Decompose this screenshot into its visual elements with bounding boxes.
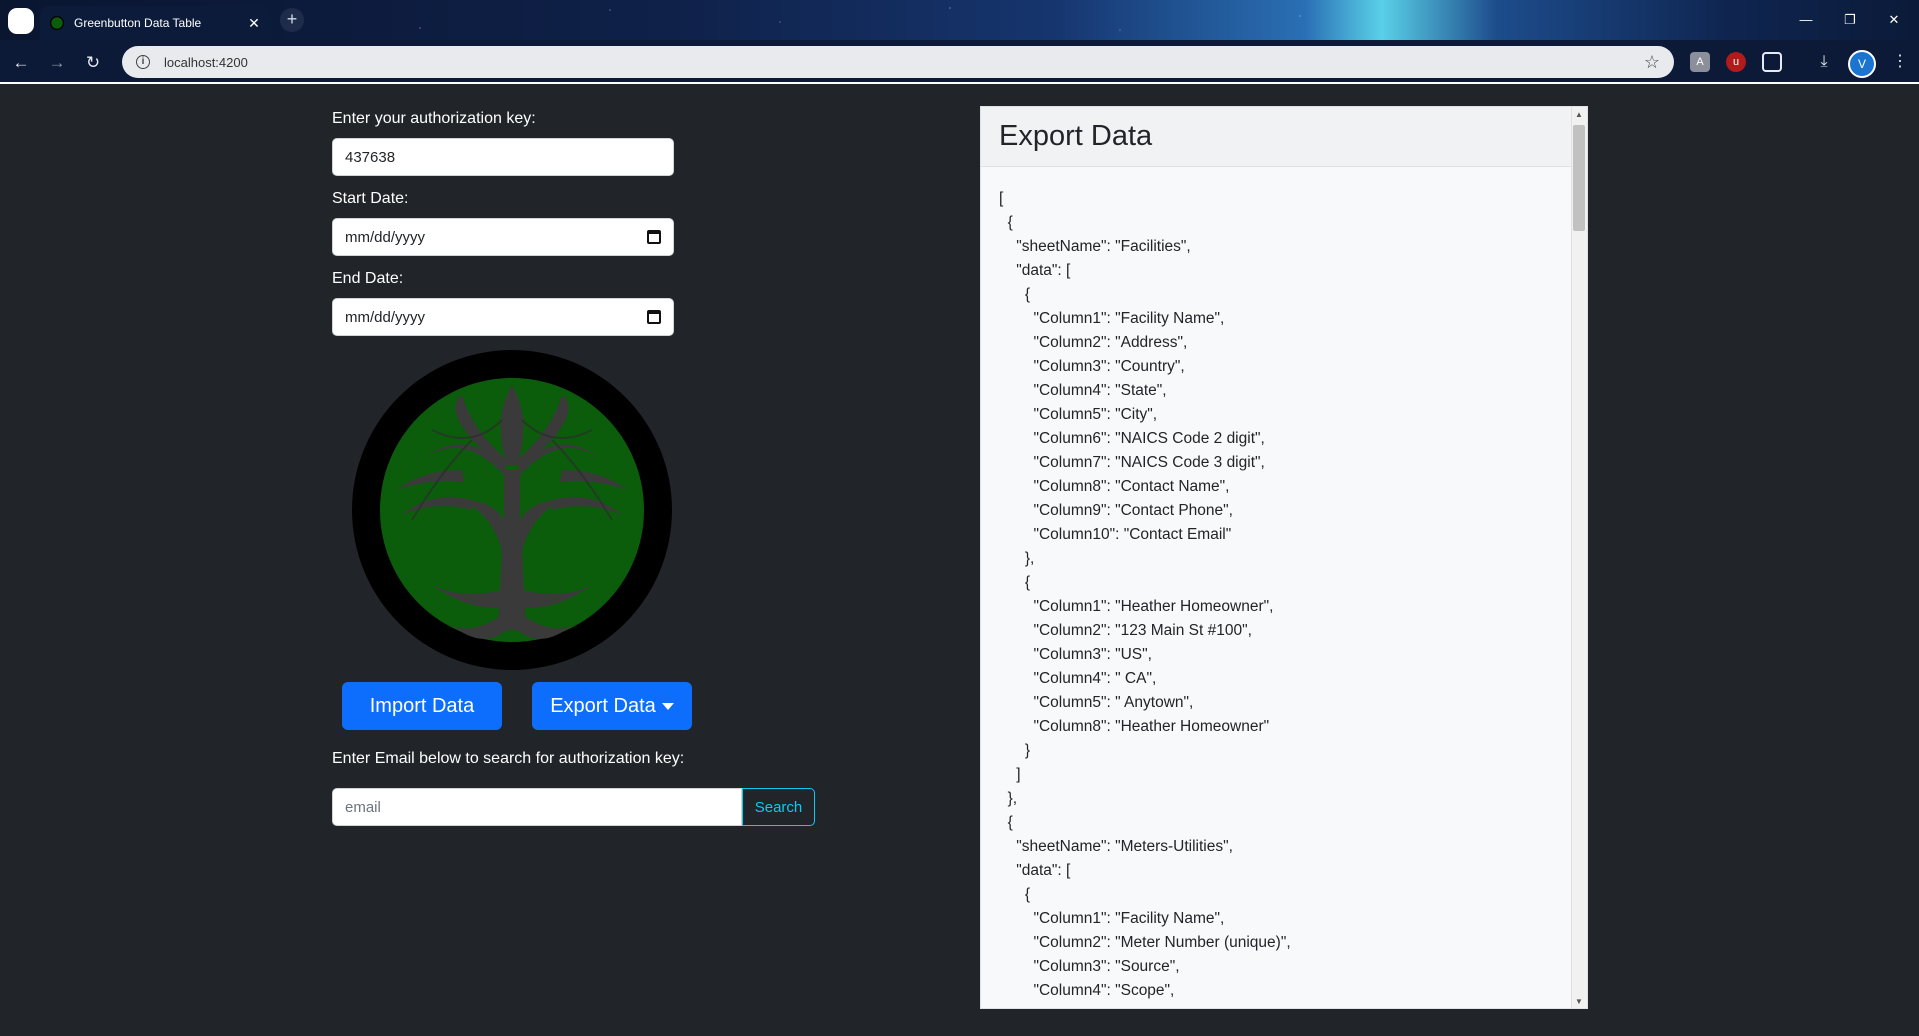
tree-of-life-logo bbox=[352, 350, 672, 670]
tab-title: Greenbutton Data Table bbox=[74, 16, 202, 30]
export-panel-scrollbar[interactable]: ▲ ▼ bbox=[1571, 107, 1587, 1008]
calendar-icon[interactable] bbox=[647, 310, 661, 324]
json-line: }, bbox=[999, 790, 1018, 807]
url-text: localhost:4200 bbox=[164, 54, 248, 70]
import-data-button[interactable]: Import Data bbox=[342, 682, 502, 730]
browser-tab[interactable]: Greenbutton Data Table ✕ bbox=[40, 6, 272, 40]
tab-favicon-icon bbox=[50, 16, 64, 30]
export-json-content: [ { "sheetName": "Facilities", "data": [… bbox=[999, 187, 1559, 1003]
json-line: "Column5": "City", bbox=[999, 406, 1158, 423]
extension-icon[interactable]: A bbox=[1690, 52, 1710, 72]
json-line: "Column8": "Heather Homeowner" bbox=[999, 718, 1270, 735]
json-line: "Column6": "NAICS Code 2 digit", bbox=[999, 430, 1265, 447]
json-line: "Column4": "State", bbox=[999, 382, 1167, 399]
json-line: { bbox=[999, 886, 1031, 903]
extensions-puzzle-icon[interactable] bbox=[1762, 52, 1782, 72]
bookmark-star-icon[interactable]: ☆ bbox=[1644, 52, 1660, 73]
json-line: "Column2": "Address", bbox=[999, 334, 1188, 351]
json-line: "sheetName": "Facilities", bbox=[999, 238, 1191, 255]
forward-arrow-icon[interactable]: → bbox=[44, 50, 70, 76]
json-line: "Column2": "123 Main St #100", bbox=[999, 622, 1252, 639]
start-date-input[interactable]: mm/dd/yyyy bbox=[332, 218, 674, 256]
json-line: "Column3": "Country", bbox=[999, 358, 1185, 375]
calendar-icon[interactable] bbox=[647, 230, 661, 244]
json-line: { bbox=[999, 814, 1013, 831]
export-data-panel: Export Data [ { "sheetName": "Facilities… bbox=[980, 106, 1588, 1009]
json-line: { bbox=[999, 214, 1013, 231]
json-line: "data": [ bbox=[999, 262, 1071, 279]
json-line: "Column4": " CA", bbox=[999, 670, 1157, 687]
reload-icon[interactable]: ↻ bbox=[80, 50, 106, 76]
search-button[interactable]: Search bbox=[742, 788, 815, 826]
download-icon[interactable]: ⤓ bbox=[1814, 52, 1834, 72]
json-line: }, bbox=[999, 550, 1035, 567]
json-line: "Column1": "Facility Name", bbox=[999, 310, 1225, 327]
scroll-down-icon[interactable]: ▼ bbox=[1574, 997, 1584, 1007]
json-line: "Column10": "Contact Email" bbox=[999, 526, 1232, 543]
form-panel: Enter your authorization key: 437638 Sta… bbox=[332, 108, 852, 826]
export-data-label: Export Data bbox=[550, 694, 656, 717]
json-line: "Column4": "Scope", bbox=[999, 982, 1175, 999]
json-line: "Column3": "Source", bbox=[999, 958, 1180, 975]
email-search-group: email Search bbox=[332, 788, 815, 826]
json-line: { bbox=[999, 574, 1031, 591]
browser-toolbar: ← → ↻ i localhost:4200 ☆ A u ⤓ V ⋮ bbox=[0, 40, 1919, 84]
json-line: { bbox=[999, 286, 1031, 303]
tab-close-icon[interactable]: ✕ bbox=[246, 15, 262, 32]
json-line: "Column1": "Heather Homeowner", bbox=[999, 598, 1274, 615]
json-line: ] bbox=[999, 766, 1021, 783]
browser-tabstrip: Greenbutton Data Table ✕ + — ❐ ✕ bbox=[0, 0, 1919, 40]
start-date-value: mm/dd/yyyy bbox=[345, 228, 426, 246]
email-search-label: Enter Email below to search for authoriz… bbox=[332, 750, 685, 767]
back-arrow-icon[interactable]: ← bbox=[8, 50, 34, 76]
site-info-icon[interactable]: i bbox=[136, 55, 150, 69]
restore-button[interactable]: ❐ bbox=[1830, 8, 1870, 32]
export-data-dropdown-button[interactable]: Export Data bbox=[532, 682, 692, 730]
auth-key-label: Enter your authorization key: bbox=[332, 110, 536, 127]
json-line: "data": [ bbox=[999, 862, 1071, 879]
json-line: "Column3": "US", bbox=[999, 646, 1152, 663]
export-panel-title: Export Data bbox=[999, 120, 1153, 152]
json-line: "Column9": "Contact Phone", bbox=[999, 502, 1233, 519]
close-window-button[interactable]: ✕ bbox=[1874, 8, 1914, 32]
new-tab-button[interactable]: + bbox=[280, 8, 304, 32]
profile-avatar[interactable]: V bbox=[1848, 50, 1876, 78]
address-bar[interactable]: i localhost:4200 ☆ bbox=[122, 46, 1674, 78]
auth-key-input[interactable]: 437638 bbox=[332, 138, 674, 176]
scroll-thumb[interactable] bbox=[1573, 125, 1585, 231]
ublock-icon[interactable]: u bbox=[1726, 52, 1746, 72]
start-date-label: Start Date: bbox=[332, 190, 409, 207]
end-date-value: mm/dd/yyyy bbox=[345, 308, 426, 326]
end-date-label: End Date: bbox=[332, 270, 404, 287]
email-input[interactable]: email bbox=[332, 788, 742, 826]
browser-menu-icon[interactable] bbox=[8, 8, 34, 34]
json-line: "sheetName": "Meters-Utilities", bbox=[999, 838, 1233, 855]
json-line: "Column8": "Contact Name", bbox=[999, 478, 1230, 495]
json-line: "Column5": " Anytown", bbox=[999, 694, 1194, 711]
auth-key-value: 437638 bbox=[345, 148, 396, 166]
json-line: [ bbox=[999, 190, 1004, 207]
json-line: "Column7": "NAICS Code 3 digit", bbox=[999, 454, 1265, 471]
json-line: "Column2": "Meter Number (unique)", bbox=[999, 934, 1291, 951]
json-line: } bbox=[999, 742, 1031, 759]
end-date-input[interactable]: mm/dd/yyyy bbox=[332, 298, 674, 336]
json-line: "Column1": "Facility Name", bbox=[999, 910, 1225, 927]
action-buttons: Import Data Export Data bbox=[342, 682, 742, 730]
browser-more-icon[interactable]: ⋮ bbox=[1890, 52, 1910, 72]
minimize-button[interactable]: — bbox=[1786, 8, 1826, 32]
export-panel-header: Export Data bbox=[981, 107, 1587, 167]
caret-down-icon bbox=[661, 702, 674, 710]
scroll-up-icon[interactable]: ▲ bbox=[1574, 110, 1584, 120]
